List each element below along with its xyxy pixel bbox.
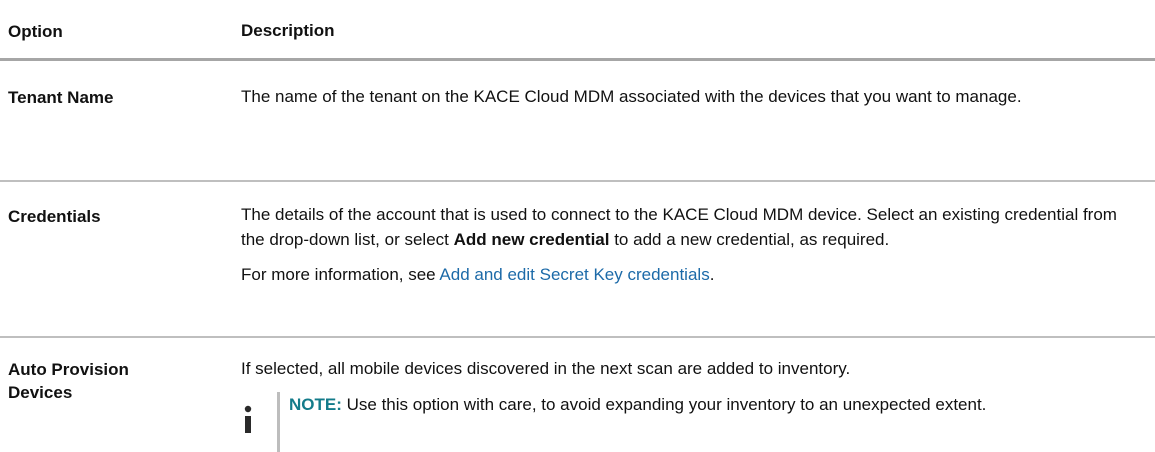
table-header-row: Option Description [0, 0, 1155, 58]
add-new-credential-term: Add new credential [453, 230, 610, 249]
header-option: Option [8, 22, 63, 41]
option-line-1: Auto Provision [8, 360, 129, 379]
note-divider [277, 392, 280, 452]
description-credentials: The details of the account that is used … [241, 202, 1136, 287]
note-label: NOTE: [289, 395, 342, 414]
credentials-text-part2: to add a new credential, as required. [609, 230, 890, 249]
more-info-prefix: For more information, see [241, 265, 440, 284]
info-icon [244, 405, 252, 433]
description-auto-provision: If selected, all mobile devices discover… [241, 359, 851, 378]
note-callout: NOTE: Use this option with care, to avoi… [241, 392, 1141, 452]
note-box: NOTE: Use this option with care, to avoi… [0, 392, 1155, 452]
option-description-table: Option Description Tenant Name The name … [0, 0, 1155, 452]
table-row: Credentials The details of the account t… [0, 182, 1155, 336]
note-body: Use this option with care, to avoid expa… [341, 395, 987, 414]
note-text: NOTE: Use this option with care, to avoi… [289, 392, 1129, 417]
table-row: Auto Provision Devices If selected, all … [0, 338, 1155, 452]
more-info-text: For more information, see Add and edit S… [241, 262, 1136, 287]
option-credentials: Credentials [8, 207, 101, 226]
option-tenant-name: Tenant Name [8, 88, 114, 107]
header-description: Description [241, 21, 335, 40]
secret-key-credentials-link[interactable]: Add and edit Secret Key credentials [439, 265, 709, 284]
table-row: Tenant Name The name of the tenant on th… [0, 61, 1155, 180]
more-info-suffix: . [709, 265, 715, 284]
description-tenant-name: The name of the tenant on the KACE Cloud… [241, 87, 1022, 106]
credentials-description-text: The details of the account that is used … [241, 202, 1136, 252]
